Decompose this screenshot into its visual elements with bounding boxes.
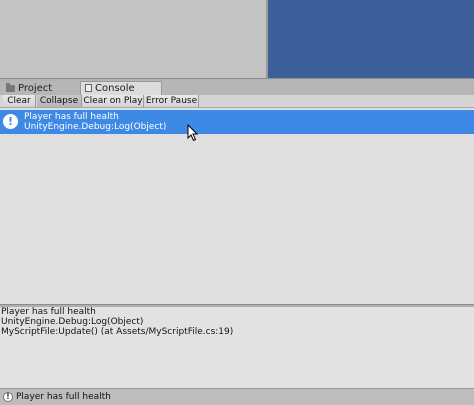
log-list[interactable]: ! Player has full health UnityEngine.Deb… <box>0 108 474 304</box>
tab-console-label: Console <box>95 83 135 94</box>
folder-icon <box>6 82 15 92</box>
scene-view[interactable] <box>268 0 474 79</box>
info-icon: ! <box>3 392 13 402</box>
collapse-toggle[interactable]: Collapse <box>37 95 82 107</box>
log-entry-source: UnityEngine.Debug:Log(Object) <box>24 122 167 132</box>
error-pause-toggle[interactable]: Error Pause <box>145 95 199 107</box>
status-bar[interactable]: ! Player has full health <box>0 388 474 405</box>
log-detail-pane[interactable]: Player has full health UnityEngine.Debug… <box>0 307 474 388</box>
status-message: Player has full health <box>16 392 111 402</box>
info-icon: ! <box>3 114 18 129</box>
log-entry-message: Player has full health <box>24 112 119 122</box>
tab-project-label: Project <box>18 83 53 94</box>
hierarchy-panel <box>0 0 266 78</box>
detail-stack-line: MyScriptFile:Update() (at Assets/MyScrip… <box>1 327 234 337</box>
clear-on-play-toggle[interactable]: Clear on Play <box>83 95 144 107</box>
tab-bar: Project Console <box>0 81 474 97</box>
tab-project[interactable]: Project <box>2 82 78 95</box>
console-icon <box>85 84 92 92</box>
clear-button[interactable]: Clear <box>3 95 36 107</box>
mouse-cursor-icon <box>187 124 199 142</box>
log-entry[interactable]: ! Player has full health UnityEngine.Deb… <box>0 110 474 134</box>
console-toolbar: Clear Collapse Clear on Play Error Pause <box>0 95 474 108</box>
